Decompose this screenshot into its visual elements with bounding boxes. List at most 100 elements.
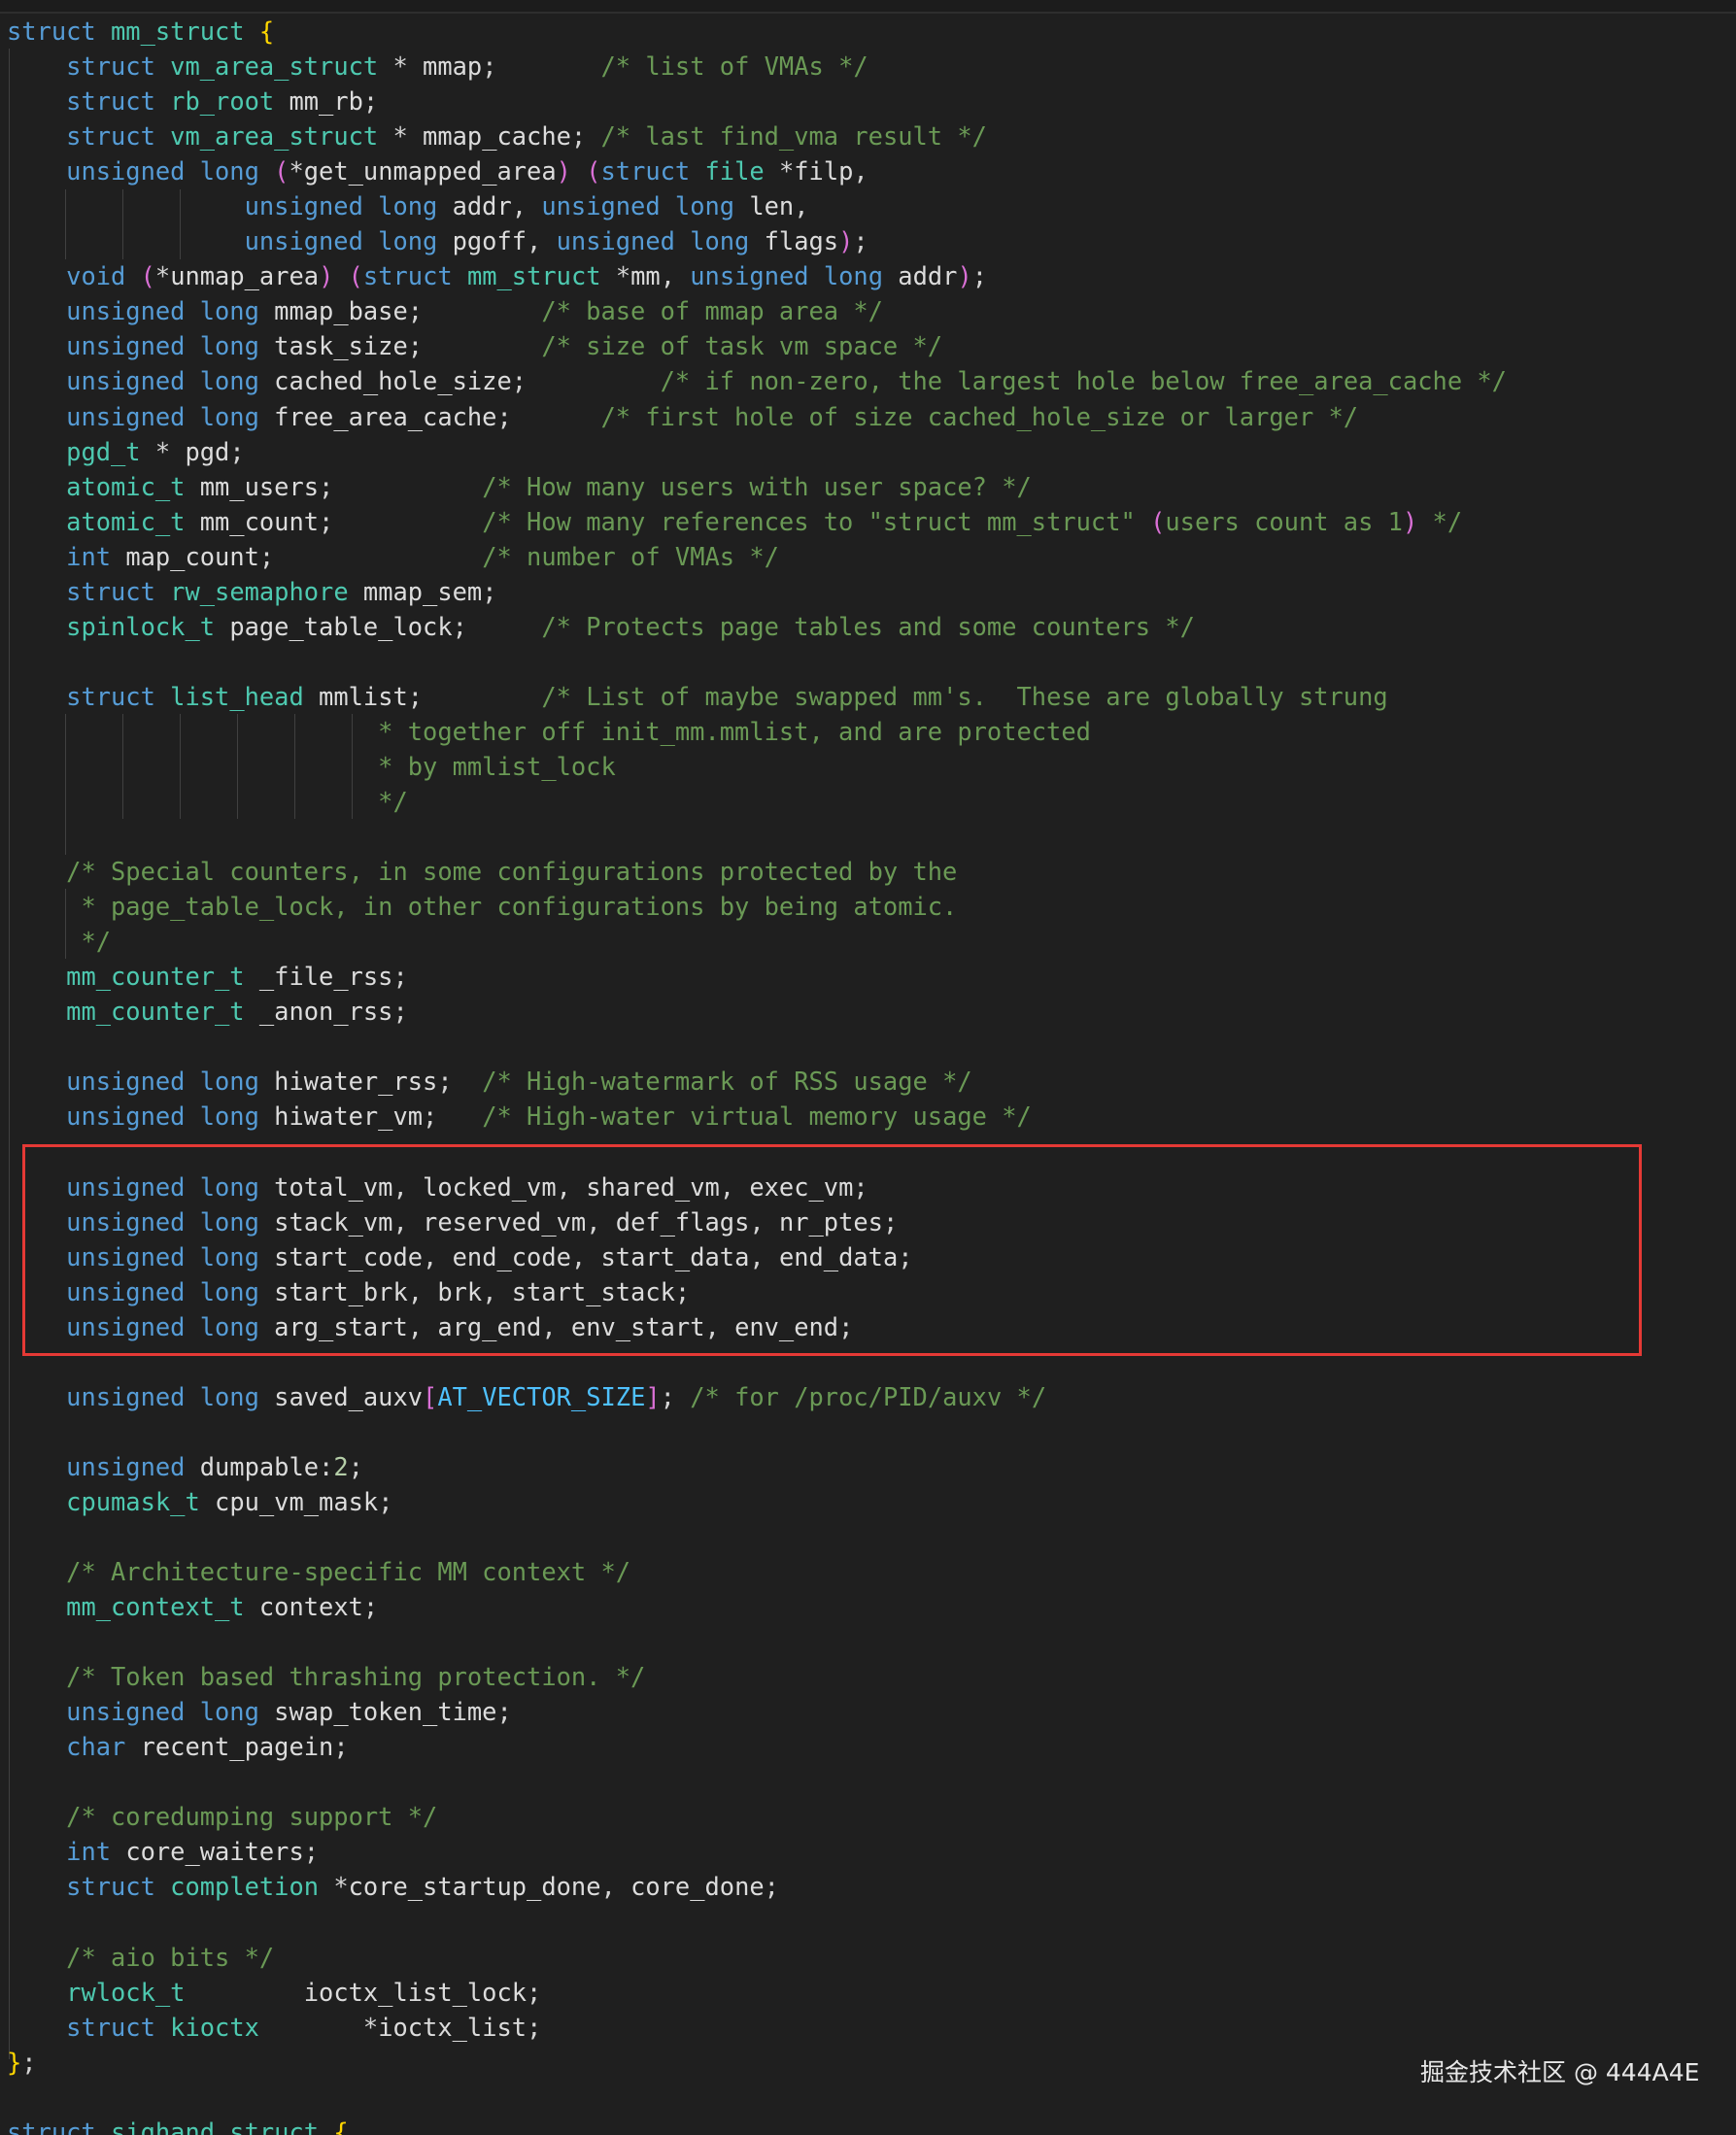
code-token: : <box>319 1451 334 1481</box>
code-line: }; <box>7 2045 1507 2080</box>
code-token: mmap <box>423 51 483 82</box>
code-token: /* How many references to "struct mm_str… <box>482 506 1151 536</box>
code-token: unsigned <box>66 1451 200 1481</box>
code-token: vm_area_struct <box>170 51 393 82</box>
code-token: ; <box>392 962 408 992</box>
code-token: /* List of maybe swapped mm's. These are… <box>541 681 1388 711</box>
code-token: spinlock_t <box>66 611 230 641</box>
code-token: ( <box>140 261 155 291</box>
code-token: unsigned long <box>66 296 275 326</box>
code-token: ) ( <box>556 156 601 186</box>
code-token: atomic_t <box>66 471 200 501</box>
code-token: ; <box>423 1101 483 1132</box>
code-token: ; <box>362 86 379 117</box>
code-token: map_count <box>125 541 259 571</box>
code-token: struct <box>66 121 171 152</box>
code-token: mmap_base <box>274 296 408 326</box>
code-token: mm_counter_t <box>66 962 259 992</box>
code-token: ) <box>838 226 854 256</box>
code-token: /* How many users with user space? */ <box>482 471 1032 501</box>
code-token: mm_counter_t <box>66 997 259 1027</box>
code-token: atomic_t <box>66 506 200 536</box>
code-line: unsigned long (*get_unmapped_area) (stru… <box>7 153 1507 188</box>
code-token: hiwater_vm <box>274 1101 424 1132</box>
code-token: pgd <box>185 436 230 466</box>
code-token: context <box>258 1592 363 1622</box>
code-line: */ <box>7 784 1507 819</box>
code-token: cpumask_t <box>66 1486 216 1516</box>
code-token: completion <box>170 1872 334 1902</box>
code-token: * by mmlist_lock <box>378 751 616 781</box>
code-token: rw_semaphore <box>170 576 363 606</box>
code-token: ; <box>407 331 542 361</box>
code-token: [ <box>423 1381 438 1411</box>
code-line: unsigned long addr, unsigned long len, <box>7 188 1507 223</box>
code-token: /* High-water virtual memory usage */ <box>482 1101 1032 1132</box>
code-token: * <box>392 51 424 82</box>
code-line: struct sighand_struct { <box>7 2115 1507 2135</box>
code-token: ; <box>511 366 661 396</box>
code-line: spinlock_t page_table_lock; /* Protects … <box>7 609 1507 644</box>
code-token: ; <box>407 681 542 711</box>
code-line: unsigned long task_size; /* size of task… <box>7 328 1507 363</box>
code-line: char recent_pagein; <box>7 1729 1507 1764</box>
code-token: /* Special counters, in some configurati… <box>66 857 958 887</box>
code-token: /* aio bits */ <box>66 1942 275 1972</box>
highlight-box <box>22 1144 1642 1356</box>
code-token: * <box>362 2012 379 2042</box>
code-token: mmap_sem <box>362 576 483 606</box>
code-token: /* first hole of size cached_hole_size o… <box>600 401 1359 431</box>
code-line: unsigned long hiwater_vm; /* High-water … <box>7 1099 1507 1134</box>
code-token: ; <box>764 1872 779 1902</box>
code-token: flags <box>764 226 839 256</box>
code-token: * <box>392 121 424 152</box>
code-token: addr <box>452 191 512 221</box>
code-token: */ <box>1417 506 1463 536</box>
code-token: unsigned long <box>66 366 275 396</box>
code-token: ; <box>392 997 408 1027</box>
code-token: AT_VECTOR_SIZE <box>437 1381 646 1411</box>
code-line: struct rb_root mm_rb; <box>7 84 1507 119</box>
code-token: mm_struct <box>466 261 616 291</box>
code-token: unsigned long <box>66 401 275 431</box>
code-token: list_head <box>170 681 320 711</box>
code-line: unsigned long mmap_base; /* base of mmap… <box>7 293 1507 328</box>
code-line: * by mmlist_lock <box>7 749 1507 784</box>
code-token: { <box>333 2117 349 2135</box>
code-line: int map_count; /* number of VMAs */ <box>7 539 1507 574</box>
code-token: /* Protects page tables and some counter… <box>541 611 1195 641</box>
code-token: , <box>794 191 809 221</box>
code-line: /* Token based thrashing protection. */ <box>7 1659 1507 1694</box>
code-editor[interactable]: struct mm_struct { struct vm_area_struct… <box>0 0 1736 2135</box>
code-line: struct rw_semaphore mmap_sem; <box>7 574 1507 609</box>
code-token: hiwater_rss <box>274 1067 438 1097</box>
code-token: * page_table_lock, in other configuratio… <box>81 892 958 922</box>
code-token: struct <box>66 86 171 117</box>
code-token: struct <box>7 2117 112 2135</box>
code-listing[interactable]: struct mm_struct { struct vm_area_struct… <box>7 14 1507 2135</box>
code-token: /* size of task vm space */ <box>541 331 943 361</box>
code-token: ; <box>333 1732 349 1762</box>
code-token: unmap_area <box>170 261 320 291</box>
code-line: */ <box>7 924 1507 959</box>
code-line: * together off init_mm.mmlist, and are p… <box>7 714 1507 749</box>
code-token: , <box>511 191 542 221</box>
code-line: /* Special counters, in some configurati… <box>7 854 1507 889</box>
code-token: unsigned long <box>690 261 899 291</box>
